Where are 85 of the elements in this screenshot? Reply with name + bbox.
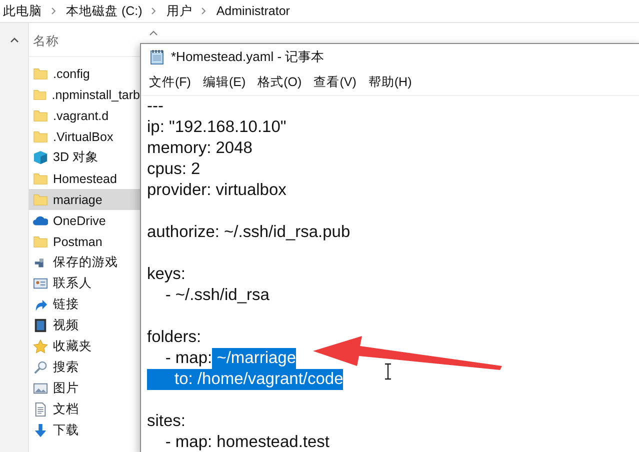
menu-item[interactable]: 文件(F) (144, 72, 196, 92)
nav-item[interactable]: 3D 对象 (29, 147, 140, 168)
folder-icon (33, 66, 48, 81)
menu-item[interactable]: 编辑(E) (198, 72, 251, 92)
window-title: *Homestead.yaml - 记事本 (171, 48, 324, 66)
nav-item-label: Homestead (53, 172, 117, 186)
star-icon (33, 339, 48, 354)
text-line: folders: (147, 327, 202, 348)
text-line: cpus: 2 (147, 159, 200, 180)
nav-item[interactable]: 联系人 (29, 273, 140, 294)
text-line: sites: (147, 411, 186, 432)
nav-item[interactable]: 搜索 (29, 357, 140, 378)
notepad-icon (149, 48, 165, 64)
text-line: - ~/.ssh/id_rsa (164, 285, 270, 306)
nav-item-label: Postman (53, 234, 102, 248)
breadcrumb-item[interactable]: 此电脑 (3, 2, 42, 20)
document-icon (33, 402, 48, 417)
breadcrumb-item[interactable]: 本地磁盘 (C:) (66, 2, 142, 20)
nav-item-label: 联系人 (53, 275, 92, 292)
folder-icon (33, 234, 48, 249)
nav-item-label: OneDrive (53, 214, 106, 228)
nav-item[interactable]: 图片 (29, 378, 140, 399)
nav-item[interactable]: 链接 (29, 294, 140, 315)
film-icon (33, 318, 48, 333)
nav-item-label: 保存的游戏 (53, 254, 118, 271)
nav-item[interactable]: marriage (29, 189, 140, 210)
scroll-up-icon[interactable] (10, 37, 18, 43)
nav-item-label: 3D 对象 (53, 149, 98, 166)
text-line: --- (147, 96, 164, 117)
image-icon (33, 381, 48, 396)
nav-item[interactable]: 收藏夹 (29, 336, 140, 357)
down-arrow-icon (33, 423, 48, 438)
nav-item-label: .vagrant.d (53, 108, 109, 122)
nav-item-label: 文档 (53, 401, 79, 418)
selected-text: ~/marriage (212, 348, 296, 369)
text-cursor-icon (384, 363, 392, 380)
nav-item-label: 图片 (53, 380, 79, 397)
curved-arrow-icon (33, 297, 48, 312)
text-line: - map: (164, 348, 212, 369)
nav-item[interactable]: Homestead (29, 168, 140, 189)
nav-item[interactable]: .npminstall_tarb (29, 84, 140, 105)
text-line: provider: virtualbox (147, 180, 286, 201)
selected-text: to: /home/vagrant/code (147, 369, 344, 390)
text-line: keys: (147, 264, 186, 285)
folder-icon (33, 192, 48, 207)
nav-item[interactable]: .vagrant.d (29, 105, 140, 126)
sort-caret-icon (149, 30, 158, 36)
nav-item[interactable]: .config (29, 63, 140, 84)
nav-item[interactable]: 保存的游戏 (29, 252, 140, 273)
breadcrumb-item[interactable]: Administrator (216, 4, 290, 18)
text-line: authorize: ~/.ssh/id_rsa.pub (147, 222, 350, 243)
nav-item-label: 搜索 (53, 359, 79, 376)
nav-item-label: 下载 (53, 422, 79, 439)
nav-item-label: .config (53, 66, 90, 80)
folder-icon (33, 171, 48, 186)
text-area[interactable]: --- ip: "192.168.10.10" memory: 2048 cpus: 2 provider: virtualbox authorize: ~/.ssh/id_rsa.pub keys: - ~/.ssh/id_rsa folders: - map: ~/marriage to: /home/vagrant/code sites: - map: homestead.test (141, 96, 639, 452)
chevron-icon (51, 7, 57, 15)
nav-item[interactable]: .VirtualBox (29, 126, 140, 147)
search-icon (33, 360, 48, 375)
nav-item-label: .npminstall_tarb (52, 88, 140, 102)
nav-item-label: 链接 (53, 296, 79, 313)
chevron-icon (151, 7, 158, 15)
menu-item[interactable]: 帮助(H) (363, 72, 417, 92)
nav-item-label: 收藏夹 (53, 338, 92, 355)
text-line: memory: 2048 (147, 138, 252, 159)
column-header[interactable]: 名称 (33, 33, 59, 50)
folder-icon (33, 87, 47, 102)
folder-icon (33, 108, 48, 123)
nav-item[interactable]: 视频 (29, 315, 140, 336)
menu-item[interactable]: 格式(O) (252, 72, 307, 92)
nav-item-label: 视频 (53, 317, 79, 334)
cube-icon (33, 150, 48, 165)
text-line: ip: "192.168.10.10" (147, 117, 286, 138)
menu-item[interactable]: 查看(V) (308, 72, 362, 92)
text-line: - map: homestead.test (164, 432, 330, 452)
nav-item-label: .VirtualBox (53, 130, 114, 144)
chevron-icon (201, 7, 208, 15)
nav-item[interactable]: OneDrive (29, 210, 140, 231)
nav-item[interactable]: 下载 (29, 420, 140, 441)
folder-icon (33, 129, 48, 144)
nav-item-label: marriage (53, 192, 102, 206)
breadcrumb-item[interactable]: 用户 (166, 2, 192, 20)
contact-card-icon (33, 276, 48, 291)
nav-item[interactable]: 文档 (29, 399, 140, 420)
nav-item[interactable]: Postman (29, 231, 140, 252)
